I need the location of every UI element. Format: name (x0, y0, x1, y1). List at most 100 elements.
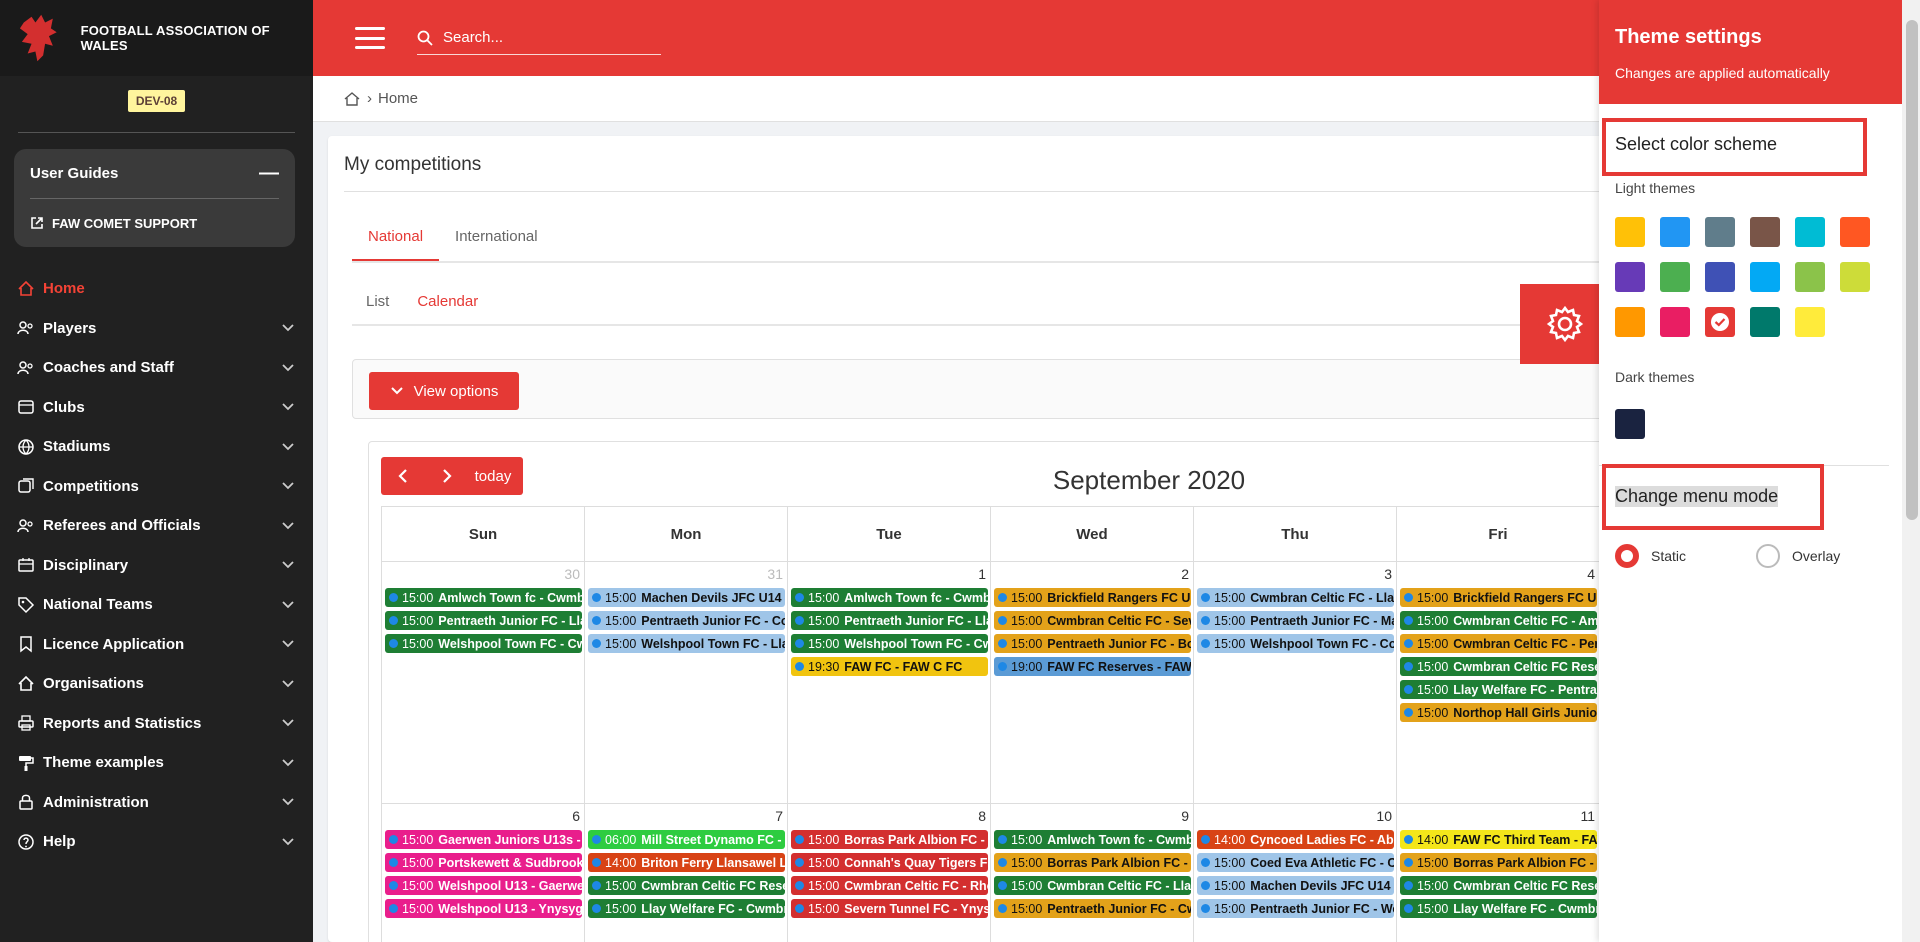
mode-static-radio[interactable]: Static (1615, 544, 1686, 568)
calendar-event[interactable]: 15:00 Welshpool Town FC - Llay (588, 634, 785, 653)
home-icon[interactable] (343, 91, 361, 107)
sidebar-item-competitions[interactable]: Competitions (0, 467, 313, 507)
calendar-event[interactable]: 15:00 Northop Hall Girls Juniors (1400, 703, 1597, 722)
scrollbar[interactable] (1902, 0, 1920, 942)
sidebar-item-home[interactable]: Home (0, 269, 313, 309)
day-number[interactable]: 2 (991, 566, 1193, 588)
calendar-event[interactable]: 15:00 Severn Tunnel FC - Ynys (791, 899, 988, 918)
calendar-event[interactable]: 14:00 Cyncoed Ladies FC - Abergele (1197, 830, 1394, 849)
calendar-event[interactable]: 19:00 FAW FC Reserves - FAW (994, 657, 1191, 676)
calendar-event[interactable]: 15:00 Cwmbran Celtic FC - Amlwch (1400, 611, 1597, 630)
chevron-down-icon[interactable] (281, 481, 295, 491)
calendar-event[interactable]: 15:00 Cwmbran Celtic FC - Pentraeth (1400, 634, 1597, 653)
calendar-day[interactable]: 9 15:00 Amlwch Town fc - Cwmbran 15:00 Borra… (991, 804, 1194, 942)
chevron-down-icon[interactable] (281, 323, 295, 333)
calendar-event[interactable]: 15:00 Pentraeth Junior FC - Machen (1197, 611, 1394, 630)
calendar-event[interactable]: 15:00 Machen Devils JFC U14 (1197, 876, 1394, 895)
day-number[interactable]: 11 (1397, 808, 1599, 830)
calendar-event[interactable]: 15:00 Llay Welfare FC - Cwmbran (588, 899, 785, 918)
breadcrumb-home[interactable]: Home (378, 90, 418, 107)
calendar-day[interactable]: 11 14:00 FAW FC Third Team - FAW 15:00 Borra… (1397, 804, 1600, 942)
tab-national[interactable]: National (352, 228, 440, 261)
calendar-event[interactable]: 15:00 Coed Eva Athletic FC - Cwm (1197, 853, 1394, 872)
light-theme-swatch[interactable] (1795, 262, 1825, 292)
calendar-event[interactable]: 15:00 Pentraeth Junior FC - Llay (791, 611, 988, 630)
chevron-down-icon[interactable] (281, 600, 295, 610)
chevron-down-icon[interactable] (281, 639, 295, 649)
calendar-event[interactable]: 15:00 Amlwch Town fc - Cwmbran (791, 588, 988, 607)
radio-static[interactable] (1615, 544, 1639, 568)
calendar-event[interactable]: 14:00 FAW FC Third Team - FAW (1400, 830, 1597, 849)
chevron-down-icon[interactable] (281, 442, 295, 452)
day-number[interactable]: 6 (382, 808, 584, 830)
sidebar-item-coaches-and-staff[interactable]: Coaches and Staff (0, 348, 313, 388)
light-theme-swatch[interactable] (1750, 262, 1780, 292)
sidebar-item-referees-and-officials[interactable]: Referees and Officials (0, 506, 313, 546)
calendar-event[interactable]: 15:00 Welshpool Town FC - Cwmbran (385, 634, 582, 653)
view-options-button[interactable]: View options (369, 372, 519, 410)
day-number[interactable]: 30 (382, 566, 584, 588)
calendar-day[interactable]: 4 15:00 Brickfield Rangers FC U14 15:00 Cwmb… (1397, 562, 1600, 804)
chevron-down-icon[interactable] (281, 560, 295, 570)
day-number[interactable]: 8 (788, 808, 990, 830)
calendar-event[interactable]: 15:00 Gaerwen Juniors U13s - Ynys (385, 830, 582, 849)
calendar-day[interactable]: 31 15:00 Machen Devils JFC U14 15:00 Pentrae… (585, 562, 788, 804)
light-theme-swatch[interactable] (1840, 262, 1870, 292)
calendar-event[interactable]: 15:00 Welshpool U13 - Gaerwen (385, 876, 582, 895)
sidebar-item-reports-and-statistics[interactable]: Reports and Statistics (0, 704, 313, 744)
calendar-event[interactable]: 15:00 Cwmbran Celtic FC Reserves (1400, 657, 1597, 676)
calendar-event[interactable]: 15:00 Cwmbran Celtic FC - Rhos (791, 876, 988, 895)
day-number[interactable]: 1 (788, 566, 990, 588)
calendar-event[interactable]: 15:00 Welshpool Town FC - Cwmbran (791, 634, 988, 653)
light-theme-swatch[interactable] (1660, 217, 1690, 247)
calendar-event[interactable]: 15:00 Cwmbran Celtic FC - Severn (994, 611, 1191, 630)
radio-overlay[interactable] (1756, 544, 1780, 568)
calendar-event[interactable]: 19:30 FAW FC - FAW C FC (791, 657, 988, 676)
chevron-down-icon[interactable] (281, 837, 295, 847)
light-theme-swatch[interactable] (1750, 307, 1780, 337)
calendar-event[interactable]: 15:00 Amlwch Town fc - Cwmbran (385, 588, 582, 607)
light-theme-swatch[interactable] (1660, 307, 1690, 337)
calendar-day[interactable]: 2 15:00 Brickfield Rangers FC U14 15:00 Cwmb… (991, 562, 1194, 804)
collapse-icon[interactable]: — (259, 162, 279, 185)
calendar-event[interactable]: 15:00 Borras Park Albion FC - FAW (791, 830, 988, 849)
sidebar-item-help[interactable]: Help (0, 822, 313, 862)
sidebar-item-players[interactable]: Players (0, 309, 313, 349)
calendar-event[interactable]: 15:00 Pentraeth Junior FC - Cwm (994, 899, 1191, 918)
chevron-down-icon[interactable] (281, 797, 295, 807)
calendar-event[interactable]: 06:00 Mill Street Dynamo FC - FAW (588, 830, 785, 849)
sidebar-item-national-teams[interactable]: National Teams (0, 585, 313, 625)
light-theme-swatch[interactable] (1795, 217, 1825, 247)
sidebar-item-theme-examples[interactable]: Theme examples (0, 743, 313, 783)
theme-settings-button[interactable] (1520, 284, 1610, 364)
tab-calendar[interactable]: Calendar (403, 293, 493, 326)
light-theme-swatch[interactable] (1615, 307, 1645, 337)
day-number[interactable]: 4 (1397, 566, 1599, 588)
calendar-day[interactable]: 30 15:00 Amlwch Town fc - Cwmbran 15:00 Pent… (382, 562, 585, 804)
calendar-event[interactable]: 15:00 Borras Park Albion FC - FAW (994, 853, 1191, 872)
brand[interactable]: FOOTBALL ASSOCIATION OF WALES (0, 0, 313, 76)
calendar-day[interactable]: 6 15:00 Gaerwen Juniors U13s - Ynys 15:00 Po… (382, 804, 585, 942)
calendar-event[interactable]: 15:00 Portskewett & Sudbrook (385, 853, 582, 872)
day-number[interactable]: 3 (1194, 566, 1396, 588)
chevron-down-icon[interactable] (281, 679, 295, 689)
faw-comet-support-link[interactable]: FAW COMET SUPPORT (30, 199, 279, 247)
calendar-day[interactable]: 7 06:00 Mill Street Dynamo FC - FAW 14:00 Br… (585, 804, 788, 942)
calendar-day[interactable]: 10 14:00 Cyncoed Ladies FC - Abergele 15:00… (1194, 804, 1397, 942)
calendar-event[interactable]: 15:00 Cwmbran Celtic FC - Llay (1197, 588, 1394, 607)
sidebar-item-administration[interactable]: Administration (0, 783, 313, 823)
calendar-event[interactable]: 15:00 Llay Welfare FC - Pentraeth (1400, 680, 1597, 699)
user-guides-header[interactable]: User Guides — (30, 149, 279, 199)
calendar-day[interactable]: 1 15:00 Amlwch Town fc - Cwmbran 15:00 Pentr… (788, 562, 991, 804)
calendar-event[interactable]: 15:00 Connah's Quay Tigers FC (791, 853, 988, 872)
light-theme-swatch[interactable] (1750, 217, 1780, 247)
calendar-event[interactable]: 15:00 Machen Devils JFC U14 (588, 588, 785, 607)
sidebar-item-licence-application[interactable]: Licence Application (0, 625, 313, 665)
calendar-event[interactable]: 15:00 Cwmbran Celtic FC Reserves (588, 876, 785, 895)
day-number[interactable]: 31 (585, 566, 787, 588)
light-theme-swatch[interactable] (1840, 217, 1870, 247)
tab-international[interactable]: International (439, 228, 554, 261)
sidebar-item-stadiums[interactable]: Stadiums (0, 427, 313, 467)
calendar-event[interactable]: 15:00 Pentraeth Junior FC - Borras (994, 634, 1191, 653)
light-theme-swatch[interactable] (1705, 262, 1735, 292)
